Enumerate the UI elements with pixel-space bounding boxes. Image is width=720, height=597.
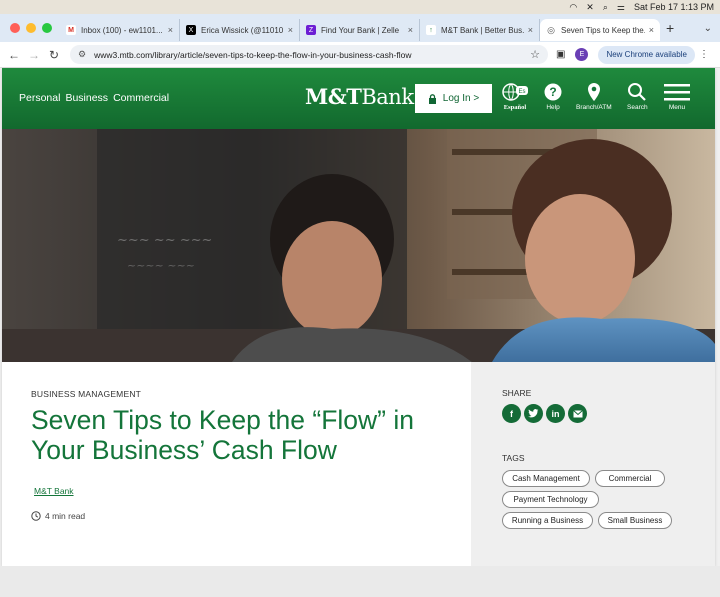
mute-icon[interactable]: ✕ [586, 2, 594, 13]
control-center-icon[interactable]: ⚌ [617, 2, 625, 13]
linkedin-icon[interactable]: in [546, 404, 565, 423]
x-icon: X [186, 25, 196, 35]
svg-text:Es: Es [518, 89, 525, 95]
minimize-window-button[interactable] [26, 23, 36, 33]
facebook-icon[interactable]: f [502, 404, 521, 423]
spotlight-search-icon[interactable]: ⌕ [603, 2, 608, 13]
side-panel-icon[interactable]: ▣ [556, 49, 565, 60]
clock-icon [31, 511, 41, 521]
reload-icon[interactable]: ↻ [44, 48, 64, 62]
tab-label: Erica Wissick (@11010... [201, 25, 284, 35]
tag-running-a-business[interactable]: Running a Business [502, 512, 593, 529]
window-controls [10, 23, 60, 33]
tag-payment-technology[interactable]: Payment Technology [502, 491, 599, 508]
forward-arrow-icon[interactable]: → [24, 48, 44, 62]
zelle-icon: Z [306, 25, 316, 35]
browser-tab-3[interactable]: ↑ M&T Bank | Better Bus... × [420, 19, 540, 41]
location-pin-icon [586, 80, 602, 104]
espanol-globe-icon: Es [501, 80, 529, 104]
article-title: Seven Tips to Keep the “Flow” in Your Bu… [31, 405, 414, 465]
chrome-menu-icon[interactable]: ⋮ [699, 49, 709, 60]
site-info-icon[interactable]: ⚙ [78, 49, 86, 60]
lock-icon [428, 93, 436, 104]
logo-word: Bank [361, 85, 414, 109]
segment-nav: Personal Business Commercial [19, 92, 169, 104]
header-menu[interactable]: Menu [664, 80, 690, 111]
article-sidebar: SHARE f in TAGS Cash Management Commerci… [471, 362, 715, 566]
nav-business[interactable]: Business [65, 92, 108, 104]
browser-tab-0[interactable]: M Inbox (100) - ew1101... × [60, 19, 180, 41]
search-icon [627, 80, 647, 104]
header-search[interactable]: Search [627, 80, 648, 111]
browser-tab-1[interactable]: X Erica Wissick (@11010... × [180, 19, 300, 41]
tab-search-chevron-icon[interactable]: ⌄ [704, 23, 712, 34]
header-item-label: Help [546, 104, 560, 111]
profile-avatar[interactable]: E [575, 48, 589, 61]
close-tab-icon[interactable]: × [168, 25, 173, 35]
header-espanol[interactable]: Es Español [501, 80, 529, 111]
close-tab-icon[interactable]: × [649, 25, 654, 35]
wifi-icon[interactable]: ◠ [569, 2, 577, 13]
share-label: SHARE [502, 388, 532, 398]
read-time-text: 4 min read [45, 511, 86, 521]
close-tab-icon[interactable]: × [528, 25, 533, 35]
header-branch-atm[interactable]: Branch/ATM [576, 80, 612, 111]
help-icon: ? [543, 80, 563, 104]
tag-small-business[interactable]: Small Business [598, 512, 672, 529]
email-icon[interactable] [568, 404, 587, 423]
tab-label: Seven Tips to Keep the... [561, 25, 645, 35]
bookmark-star-icon[interactable]: ☆ [530, 48, 540, 61]
zoom-window-button[interactable] [42, 23, 52, 33]
website: Personal Business Commercial M&TBank Log… [2, 68, 715, 566]
nav-commercial[interactable]: Commercial [113, 92, 169, 104]
close-window-button[interactable] [10, 23, 20, 33]
new-tab-button[interactable]: + [666, 20, 674, 36]
svg-text:?: ? [549, 85, 556, 99]
url-text: www3.mtb.com/library/article/seven-tips-… [94, 49, 412, 60]
header-item-label: Search [627, 104, 648, 111]
svg-text:~~~~ ~~~: ~~~~ ~~~ [127, 259, 195, 272]
svg-text:~~~ ~~ ~~~: ~~~ ~~ ~~~ [117, 233, 212, 248]
browser-tab-2[interactable]: Z Find Your Bank | Zelle × [300, 19, 420, 41]
article-category[interactable]: BUSINESS MANAGEMENT [31, 389, 141, 399]
mtb-logo[interactable]: M&TBank [305, 84, 414, 109]
header-item-label: Español [503, 104, 527, 111]
twitter-icon[interactable] [524, 404, 543, 423]
new-chrome-available-button[interactable]: New Chrome available [598, 45, 695, 64]
tab-label: M&T Bank | Better Bus... [441, 25, 524, 35]
tab-label: Inbox (100) - ew1101... [81, 25, 163, 35]
site-header: Personal Business Commercial M&TBank Log… [2, 68, 715, 129]
article-content: BUSINESS MANAGEMENT Seven Tips to Keep t… [2, 362, 471, 566]
logo-mark: M&T [305, 84, 362, 109]
hamburger-menu-icon [664, 80, 690, 104]
close-tab-icon[interactable]: × [408, 25, 413, 35]
page-below-fold [0, 566, 720, 597]
article-author-link[interactable]: M&T Bank [34, 486, 74, 496]
browser-tab-4-active[interactable]: ◎ Seven Tips to Keep the... × [540, 19, 660, 41]
login-label: Log In > [442, 93, 480, 104]
address-bar[interactable]: ⚙ www3.mtb.com/library/article/seven-tip… [70, 45, 548, 64]
header-help[interactable]: ? Help [543, 80, 563, 111]
hero-image: ~~~ ~~ ~~~ ~~~~ ~~~ [2, 129, 715, 362]
close-tab-icon[interactable]: × [288, 25, 293, 35]
nav-personal[interactable]: Personal [19, 92, 60, 104]
tags-label: TAGS [502, 453, 525, 463]
tab-label: Find Your Bank | Zelle [321, 25, 400, 35]
gmail-icon: M [66, 25, 76, 35]
macos-menubar: ◠ ✕ ⌕ ⚌ Sat Feb 17 1:13 PM [0, 0, 720, 14]
login-button[interactable]: Log In > [415, 84, 492, 113]
tag-commercial[interactable]: Commercial [595, 470, 665, 487]
menubar-datetime[interactable]: Sat Feb 17 1:13 PM [634, 2, 714, 12]
share-buttons: f in [502, 404, 587, 423]
header-item-label: Menu [668, 104, 686, 111]
browser-toolbar: ← → ↻ ⚙ www3.mtb.com/library/article/sev… [0, 42, 720, 68]
browser-tab-bar: M Inbox (100) - ew1101... × X Erica Wiss… [0, 14, 720, 42]
globe-icon: ◎ [546, 24, 556, 35]
mtb-icon: ↑ [426, 25, 436, 35]
tag-cash-management[interactable]: Cash Management [502, 470, 590, 487]
article-read-time: 4 min read [31, 511, 85, 521]
back-arrow-icon[interactable]: ← [4, 48, 24, 62]
header-item-label: Branch/ATM [576, 104, 612, 111]
